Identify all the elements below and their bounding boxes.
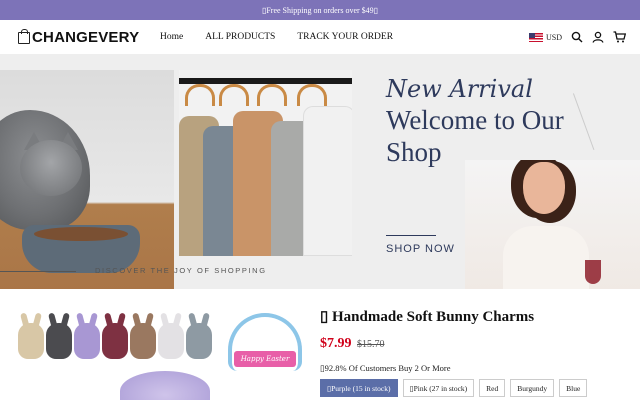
main-product-image	[120, 371, 210, 400]
bunny-grey	[186, 323, 212, 359]
logo[interactable]: CHANGEVERY	[18, 28, 140, 46]
product-price: $7.99	[320, 336, 352, 351]
account-icon[interactable]	[592, 31, 604, 43]
cat-eating-image	[0, 70, 174, 289]
woman-photo	[465, 160, 640, 289]
main-nav: Home ALL PRODUCTS TRACK YOUR ORDER	[160, 32, 415, 42]
bunny-purple	[74, 323, 100, 359]
discover-tagline: DISCOVER THE JOY OF SHOPPING	[95, 266, 267, 275]
product-image-gallery[interactable]: Happy Easter	[10, 305, 310, 400]
product-title: ▯ Handmade Soft Bunny Charms	[320, 309, 535, 325]
announcement-text: ▯Free Shipping on orders over $49▯	[261, 5, 379, 15]
currency-label: USD	[545, 32, 562, 42]
shop-now-link[interactable]: SHOP NOW	[386, 243, 455, 255]
logo-text: CHANGEVERY	[32, 29, 140, 46]
buyers-note: ▯92.8% Of Customers Buy 2 Or More	[320, 363, 451, 373]
site-header: CHANGEVERY Home ALL PRODUCTS TRACK YOUR …	[0, 20, 640, 55]
header-actions: USD	[528, 31, 626, 43]
variant-selector: ▯Purple (15 in stock) ▯Pink (27 in stock…	[320, 379, 588, 397]
announcement-bar: ▯Free Shipping on orders over $49▯	[0, 0, 640, 20]
variant-blue[interactable]: Blue	[559, 379, 588, 397]
clothes-rack-image	[179, 70, 352, 256]
discover-divider	[0, 271, 76, 272]
variant-pink[interactable]: ▯Pink (27 in stock)	[402, 379, 475, 397]
bunny-white	[158, 323, 184, 359]
nav-all-products[interactable]: ALL PRODUCTS	[205, 32, 275, 42]
easter-badge: Happy Easter	[228, 313, 302, 371]
variant-red[interactable]: Red	[479, 379, 506, 397]
search-icon[interactable]	[571, 31, 583, 43]
shop-now-divider	[386, 235, 436, 236]
bunny-black	[46, 323, 72, 359]
variant-burgundy[interactable]: Burgundy	[510, 379, 555, 397]
variant-purple[interactable]: ▯Purple (15 in stock)	[320, 379, 398, 397]
us-flag-icon	[528, 32, 543, 42]
nav-track-order[interactable]: TRACK YOUR ORDER	[297, 32, 393, 42]
currency-selector[interactable]: USD	[528, 32, 562, 42]
cart-icon[interactable]	[613, 31, 626, 43]
bunny-brown	[130, 323, 156, 359]
easter-badge-text: Happy Easter	[234, 351, 296, 367]
bunny-burgundy	[102, 323, 128, 359]
nav-home[interactable]: Home	[160, 32, 183, 42]
compare-price: $15.70	[357, 339, 385, 350]
hero-banner[interactable]: New Arrival Welcome to Our Shop SHOP NOW…	[0, 55, 640, 289]
bunny-beige	[18, 323, 44, 359]
shopping-bag-icon	[18, 28, 30, 44]
